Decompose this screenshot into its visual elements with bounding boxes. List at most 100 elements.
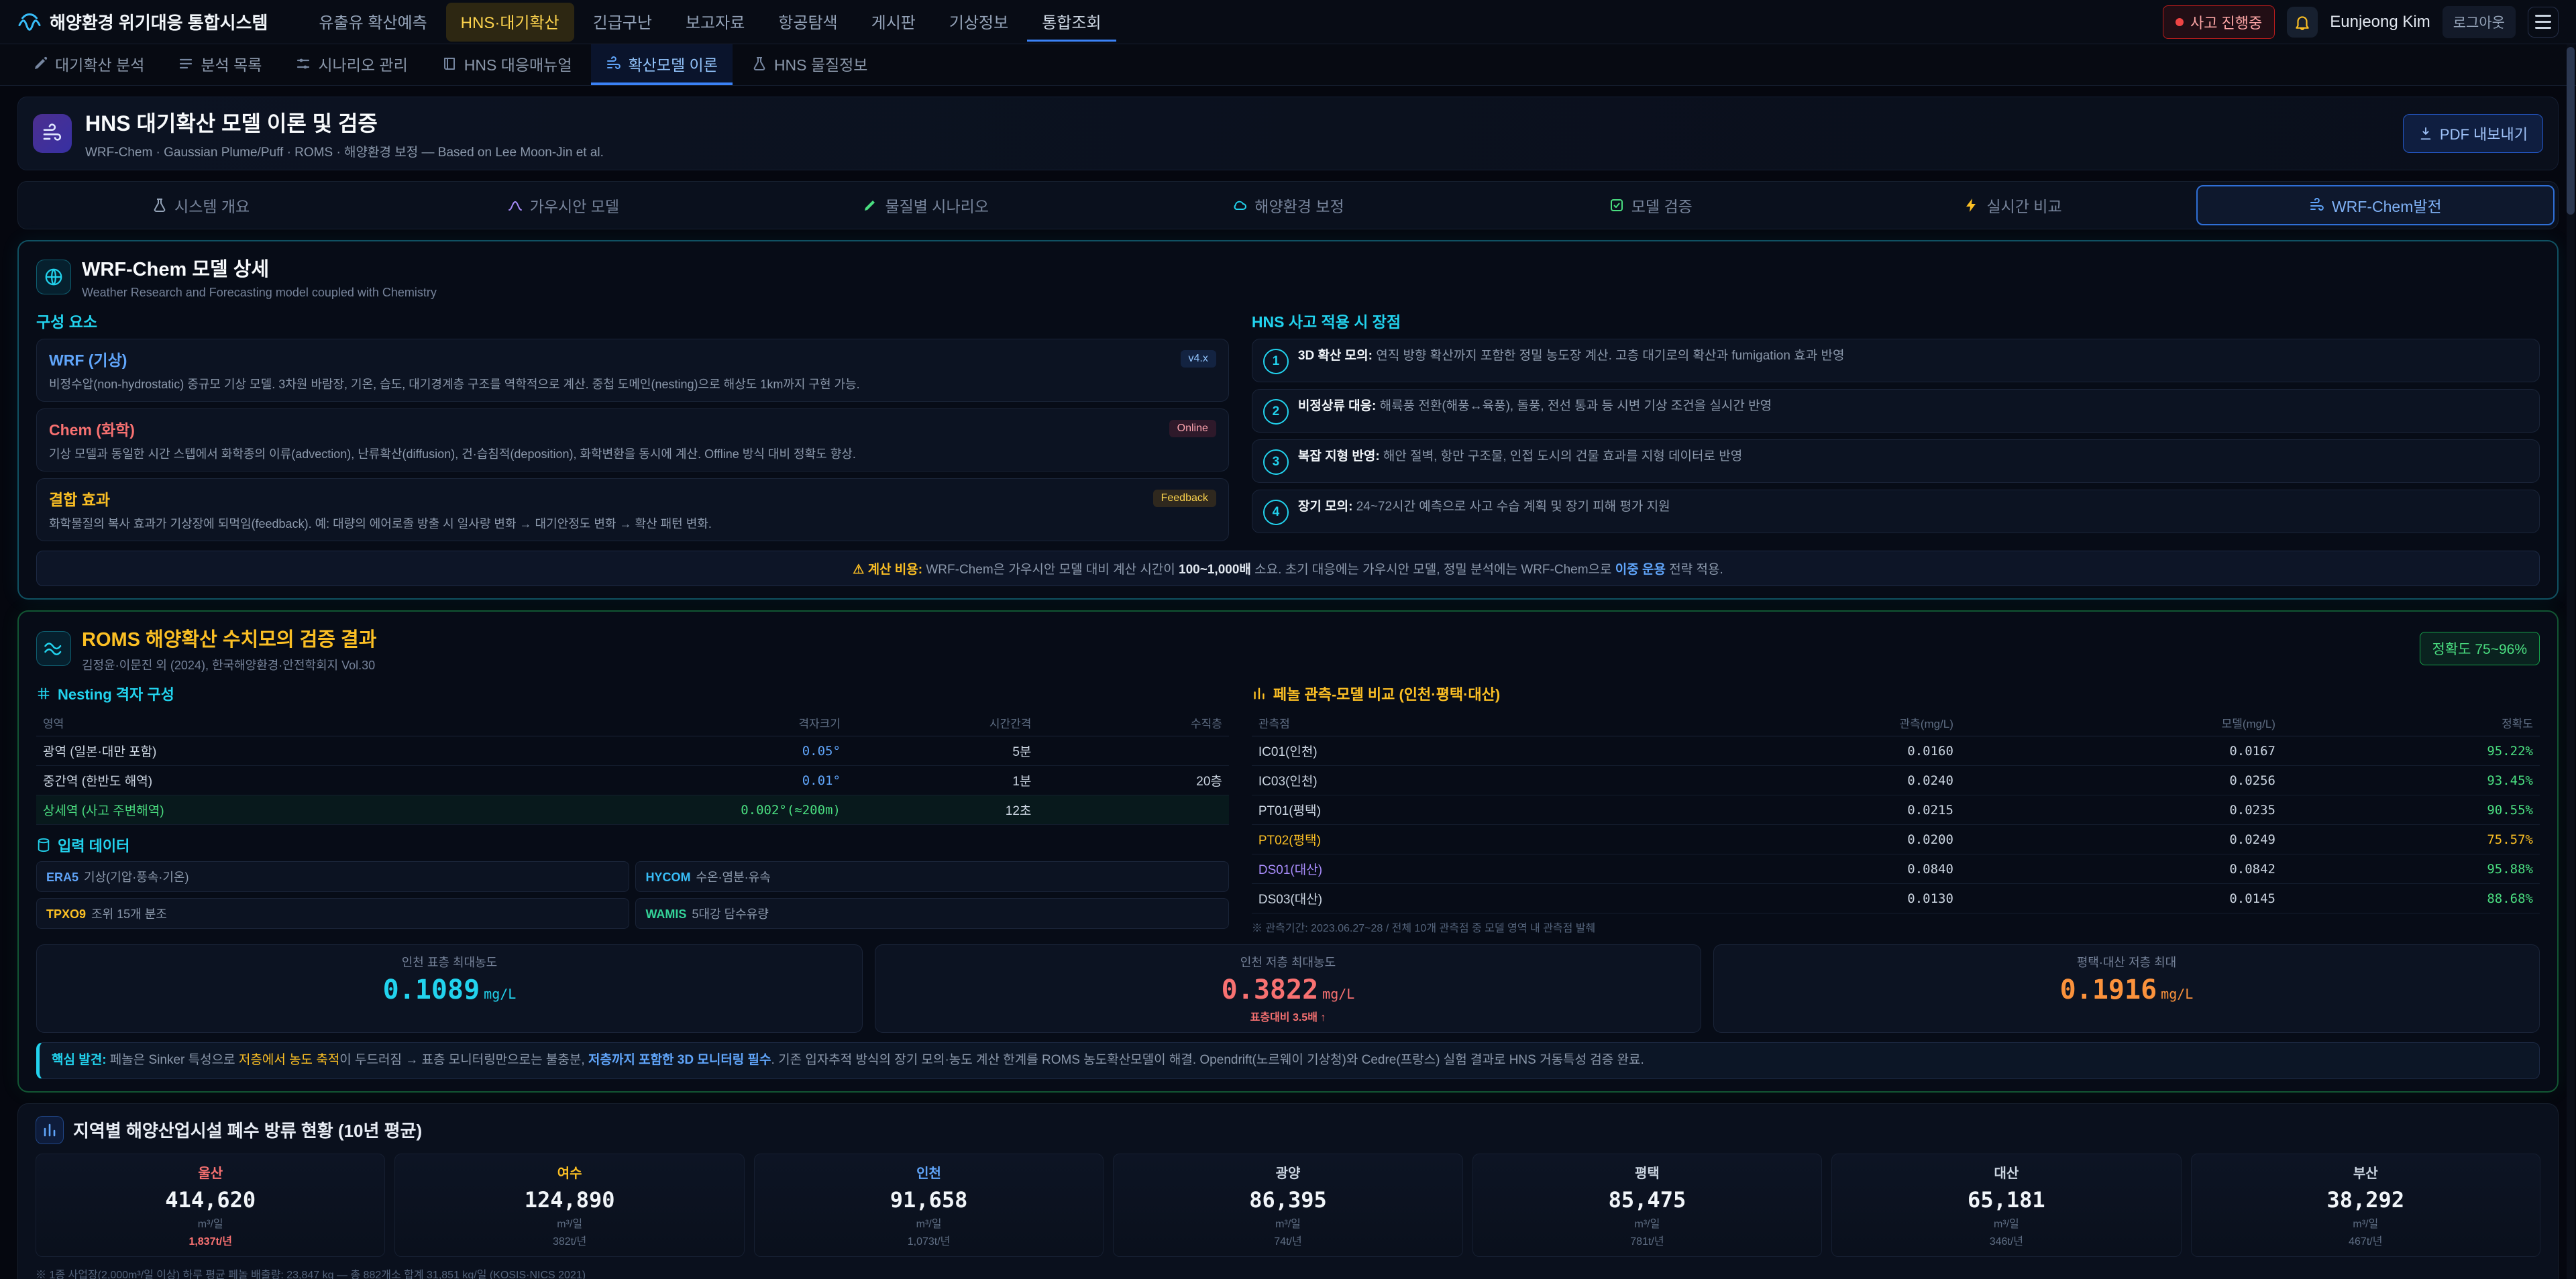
inputs-heading-row: 입력 데이터 bbox=[36, 834, 1229, 856]
topnav-item-board[interactable]: 게시판 bbox=[857, 3, 930, 42]
discharge-tile-ulsan: 울산 414,620 m³/일 1,837t/년 bbox=[36, 1154, 385, 1257]
bar-chart-icon bbox=[36, 1116, 64, 1144]
roms-subtitle: 김정윤·이문진 외 (2024), 한국해양환경·안전학회지 Vol.30 bbox=[82, 656, 376, 673]
nesting-dt: 12초 bbox=[847, 795, 1038, 825]
phenol-heading-row: 페놀 관측-모델 비교 (인천·평택·대산) bbox=[1252, 683, 2540, 704]
station: DS03(대산) bbox=[1252, 884, 1638, 913]
subnav-item-model-theory[interactable]: 확산모델 이론 bbox=[591, 44, 733, 85]
advantage-title: 3D 확산 모의: bbox=[1298, 349, 1373, 363]
finding-lead: 핵심 발견: bbox=[52, 1053, 107, 1067]
observed: 0.0160 bbox=[1638, 736, 1960, 766]
brand[interactable]: 해양환경 위기대응 통합시스템 bbox=[17, 9, 268, 34]
stat-value: 0.1089 bbox=[383, 975, 480, 1005]
station: IC01(인천) bbox=[1252, 736, 1638, 766]
advantage-number: 1 bbox=[1263, 349, 1289, 374]
input-chip-hycom: HYCOM 수온·염분·유속 bbox=[635, 861, 1228, 892]
scrollbar-track[interactable] bbox=[2567, 44, 2575, 1279]
roms-section-header: ROMS 해양확산 수치모의 검증 결과 김정윤·이문진 외 (2024), 한… bbox=[36, 624, 2540, 673]
observed: 0.0215 bbox=[1638, 795, 1960, 825]
nesting-dt: 5분 bbox=[847, 736, 1038, 766]
wrfchem-title: WRF-Chem 모델 상세 bbox=[82, 254, 437, 282]
notification-bell-button[interactable] bbox=[2287, 7, 2318, 38]
tab-realtime-compare[interactable]: 실시간 비교 bbox=[1833, 185, 2192, 225]
subnav-label: 대기확산 분석 bbox=[55, 52, 144, 75]
nesting-grid: 0.01° bbox=[561, 766, 847, 795]
tab-label: 실시간 비교 bbox=[1986, 194, 2061, 217]
accuracy: 95.22% bbox=[2282, 736, 2540, 766]
subnav-item-scenario[interactable]: 시나리오 관리 bbox=[280, 44, 422, 85]
tab-system-overview[interactable]: 시스템 개요 bbox=[21, 185, 380, 225]
incident-status-badge[interactable]: 사고 진행중 bbox=[2163, 5, 2275, 39]
nesting-layers: 20층 bbox=[1038, 766, 1228, 795]
topnav-item-hns-atmos[interactable]: HNS·대기확산 bbox=[446, 3, 574, 42]
city-name: 대산 bbox=[1839, 1162, 2174, 1182]
discharge-sub: 781t/년 bbox=[1480, 1232, 1815, 1248]
discharge-value: 91,658 bbox=[761, 1187, 1096, 1213]
bar-chart-icon bbox=[1252, 686, 1267, 701]
tab-wrfchem[interactable]: WRF-Chem발전 bbox=[2196, 185, 2555, 225]
pdf-export-label: PDF 내보내기 bbox=[2440, 123, 2528, 144]
discharge-tile-incheon: 인천 91,658 m³/일 1,073t/년 bbox=[754, 1154, 1104, 1257]
subnav-label: HNS 대응매뉴얼 bbox=[464, 52, 572, 75]
discharge-sub: 467t/년 bbox=[2198, 1232, 2533, 1248]
table-row: 중간역 (한반도 해역) 0.01° 1분 20층 bbox=[36, 766, 1229, 795]
chip-desc: 조위 15개 분조 bbox=[91, 907, 167, 921]
top-navigation: 해양환경 위기대응 통합시스템 유출유 확산예측 HNS·대기확산 긴급구난 보… bbox=[0, 0, 2576, 44]
city-name: 인천 bbox=[761, 1162, 1096, 1182]
brand-title: 해양환경 위기대응 통합시스템 bbox=[50, 9, 268, 34]
advantage-desc: 해륙풍 전환(해풍↔육풍), 돌풍, 전선 통과 등 시변 기상 조건을 실시간… bbox=[1380, 399, 1772, 413]
download-icon bbox=[2418, 126, 2433, 141]
tab-marine-correction[interactable]: 해양환경 보정 bbox=[1109, 185, 1467, 225]
plume-icon bbox=[2309, 197, 2325, 213]
subnav-item-analysis[interactable]: 대기확산 분석 bbox=[17, 44, 159, 85]
input-chip-tpxo9: TPXO9조위 15개 분조 bbox=[36, 898, 629, 929]
advantage-desc: 24~72시간 예측으로 사고 수습 계획 및 장기 피해 평가 지원 bbox=[1356, 500, 1670, 514]
cost-text: 소요. 초기 대응에는 가우시안 모델, 정밀 분석에는 WRF-Chem으로 bbox=[1251, 563, 1615, 577]
section-tabs: 시스템 개요 가우시안 모델 물질별 시나리오 해양환경 보정 모델 검증 실시… bbox=[17, 181, 2559, 229]
chip-name: HYCOM bbox=[645, 871, 690, 884]
accuracy: 75.57% bbox=[2282, 825, 2540, 854]
user-name: Eunjeong Kim bbox=[2330, 13, 2430, 32]
table-row: 광역 (일본·대만 포함) 0.05° 5분 bbox=[36, 736, 1229, 766]
tab-gaussian-model[interactable]: 가우시안 모델 bbox=[384, 185, 742, 225]
component-desc: 화학물질의 복사 효과가 기상장에 되먹임(feedback). 예: 대량의 … bbox=[49, 515, 1216, 533]
topnav-item-reports[interactable]: 보고자료 bbox=[671, 3, 759, 42]
stat-card-incheon-bottom: 인천 저층 최대농도 0.3822mg/L 표층대비 3.5배 ↑ bbox=[875, 944, 1701, 1033]
pdf-export-button[interactable]: PDF 내보내기 bbox=[2403, 114, 2543, 153]
tab-model-validation[interactable]: 모델 검증 bbox=[1471, 185, 1829, 225]
chip-desc: 수온·염분·유속 bbox=[696, 871, 770, 884]
subnav-item-list[interactable]: 분석 목록 bbox=[163, 44, 276, 85]
modeled: 0.0235 bbox=[1960, 795, 2282, 825]
topnav-item-integrated[interactable]: 통합조회 bbox=[1027, 3, 1116, 42]
cost-text: 전략 적용. bbox=[1666, 563, 1723, 577]
roms-section: ROMS 해양확산 수치모의 검증 결과 김정윤·이문진 외 (2024), 한… bbox=[17, 610, 2559, 1093]
key-finding-note: 핵심 발견: 페놀은 Sinker 특성으로 저층에서 농도 축적이 두드러짐 … bbox=[36, 1042, 2540, 1079]
table-row: 상세역 (사고 주변해역) 0.002°(≈200m) 12초 bbox=[36, 795, 1229, 825]
cost-label: 계산 비용: bbox=[868, 563, 923, 577]
check-square-icon bbox=[1609, 197, 1625, 213]
logout-button[interactable]: 로그아웃 bbox=[2443, 6, 2516, 38]
nesting-grid: 0.002°(≈200m) bbox=[561, 795, 847, 825]
component-desc: 비정수압(non-hydrostatic) 중규모 기상 모델. 3차원 바람장… bbox=[49, 376, 1216, 393]
col-header: 격자크기 bbox=[561, 710, 847, 736]
cloud-icon bbox=[1232, 197, 1248, 213]
advantage-item: 2 비정상류 대응: 해륙풍 전환(해풍↔육풍), 돌풍, 전선 통과 등 시변… bbox=[1252, 389, 2540, 433]
hamburger-menu-icon[interactable] bbox=[2528, 7, 2559, 38]
accuracy: 90.55% bbox=[2282, 795, 2540, 825]
sliders-icon bbox=[295, 56, 311, 72]
wrfchem-columns: 구성 요소 WRF (기상) v4.x 비정수압(non-hydrostatic… bbox=[36, 309, 2540, 548]
topnav-item-oil-spill[interactable]: 유출유 확산예측 bbox=[304, 3, 441, 42]
table-row: DS03(대산) 0.0130 0.0145 88.68% bbox=[1252, 884, 2540, 913]
col-header: 관측점 bbox=[1252, 710, 1638, 736]
topnav-item-weather[interactable]: 기상정보 bbox=[934, 3, 1023, 42]
subnav-item-manual[interactable]: HNS 대응매뉴얼 bbox=[427, 44, 587, 85]
scrollbar-thumb[interactable] bbox=[2567, 47, 2575, 215]
component-badge: Feedback bbox=[1153, 490, 1216, 507]
topnav-item-rescue[interactable]: 긴급구난 bbox=[578, 3, 667, 42]
tab-substance-scenarios[interactable]: 물질별 시나리오 bbox=[747, 185, 1105, 225]
subnav-item-substance-info[interactable]: HNS 물질정보 bbox=[737, 44, 883, 85]
book-icon bbox=[441, 56, 458, 72]
wrfchem-section-header: WRF-Chem 모델 상세 Weather Research and Fore… bbox=[36, 254, 2540, 300]
topnav-item-aerial[interactable]: 항공탐색 bbox=[763, 3, 852, 42]
component-name: WRF (기상) bbox=[49, 347, 127, 370]
